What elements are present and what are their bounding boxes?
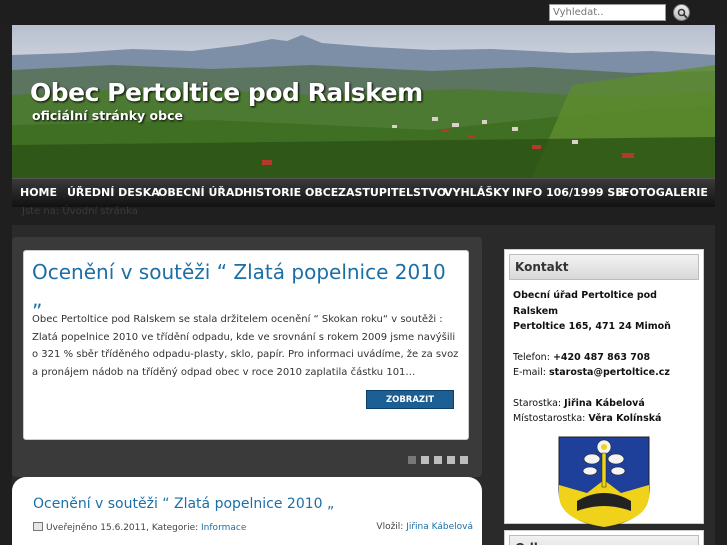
search-input[interactable] — [549, 4, 666, 21]
email-label: E-mail: — [513, 367, 546, 378]
author-label: Vložil: — [376, 522, 404, 532]
slider-dot[interactable] — [447, 456, 455, 464]
mayor-label: Starostka: — [513, 397, 562, 409]
phone-number: +420 487 863 708 — [552, 351, 651, 363]
nav-item-obecni-urad[interactable]: OBECNÍ ÚŘAD — [158, 186, 244, 199]
mayor-name: Jiřina Kábelová — [564, 397, 645, 409]
nav-item-uredni-deska[interactable]: ÚŘEDNÍ DESKA — [67, 186, 160, 199]
links-widget: Odkazy — [504, 530, 704, 545]
slider-dot[interactable] — [434, 456, 442, 464]
read-article-button[interactable]: ZOBRAZIT ČLÁNEK — [366, 390, 454, 424]
content-area: Ocenění v soutěži “ Zlatá popelnice 2010… — [12, 225, 715, 545]
contact-widget: Kontakt Obecní úřad Pertoltice pod Ralsk… — [504, 249, 704, 528]
links-heading: Odkazy — [509, 535, 699, 545]
nav-item-fotogalerie[interactable]: FOTOGALERIE — [622, 186, 708, 199]
breadcrumb: Jste na: Úvodní stránka — [22, 206, 138, 217]
slider-dot[interactable] — [460, 456, 468, 464]
post-published: Uveřejněno 15.6.2011, Kategorie: — [46, 523, 199, 533]
featured-slider: Ocenění v soutěži “ Zlatá popelnice 2010… — [23, 250, 469, 440]
slider-dot[interactable] — [408, 456, 416, 464]
header-banner: Obec Pertoltice pod Ralskem oficiální st… — [12, 25, 715, 178]
slider-dot[interactable] — [421, 456, 429, 464]
email-address[interactable]: starosta@pertoltice.cz — [549, 367, 670, 378]
search-button[interactable] — [673, 4, 690, 21]
contact-body: Obecní úřad Pertoltice pod Ralskem Perto… — [505, 284, 703, 533]
nav-item-historie-obce[interactable]: HISTORIE OBCE — [243, 186, 338, 199]
post-author-link[interactable]: Jiřina Kábelová — [406, 522, 473, 532]
nav-item-home[interactable]: HOME — [20, 186, 57, 199]
phone-label: Telefon: — [513, 351, 550, 363]
post-category-link[interactable]: Informace — [201, 523, 246, 533]
slide-excerpt: Obec Pertoltice pod Ralskem se stala drž… — [32, 314, 459, 378]
document-icon — [33, 522, 43, 531]
slide-title[interactable]: Ocenění v soutěži “ Zlatá popelnice 2010… — [32, 259, 462, 313]
featured-area: Ocenění v soutěži “ Zlatá popelnice 2010… — [12, 237, 482, 477]
post-author: Vložil: Jiřina Kábelová — [376, 522, 473, 532]
post-card: Ocenění v soutěži “ Zlatá popelnice 2010… — [12, 477, 482, 545]
office-address: Pertoltice 165, 471 24 Mimoň — [513, 321, 671, 332]
site-subtitle: oficiální stránky obce — [32, 108, 183, 123]
coat-of-arms-icon — [558, 436, 650, 528]
contact-heading: Kontakt — [509, 254, 699, 280]
post-meta: Uveřejněno 15.6.2011, Kategorie: Informa… — [33, 522, 473, 533]
search-icon — [677, 8, 688, 19]
deputy-name: Věra Kolínská — [588, 413, 662, 424]
nav-item-info[interactable]: INFO 106/1999 SB. — [512, 186, 628, 199]
nav-item-zastupitelstvo[interactable]: ZASTUPITELSTVO — [338, 186, 446, 199]
main-nav: HOME ÚŘEDNÍ DESKA OBECNÍ ÚŘAD HISTORIE O… — [12, 178, 715, 207]
site-title[interactable]: Obec Pertoltice pod Ralskem — [30, 78, 423, 107]
office-name: Obecní úřad Pertoltice pod Ralskem — [513, 290, 657, 317]
post-title[interactable]: Ocenění v soutěži “ Zlatá popelnice 2010… — [33, 496, 334, 512]
nav-item-vyhlasky[interactable]: VYHLÁŠKY — [444, 186, 510, 199]
deputy-label: Místostarostka: — [513, 413, 586, 424]
top-bar — [0, 0, 727, 25]
